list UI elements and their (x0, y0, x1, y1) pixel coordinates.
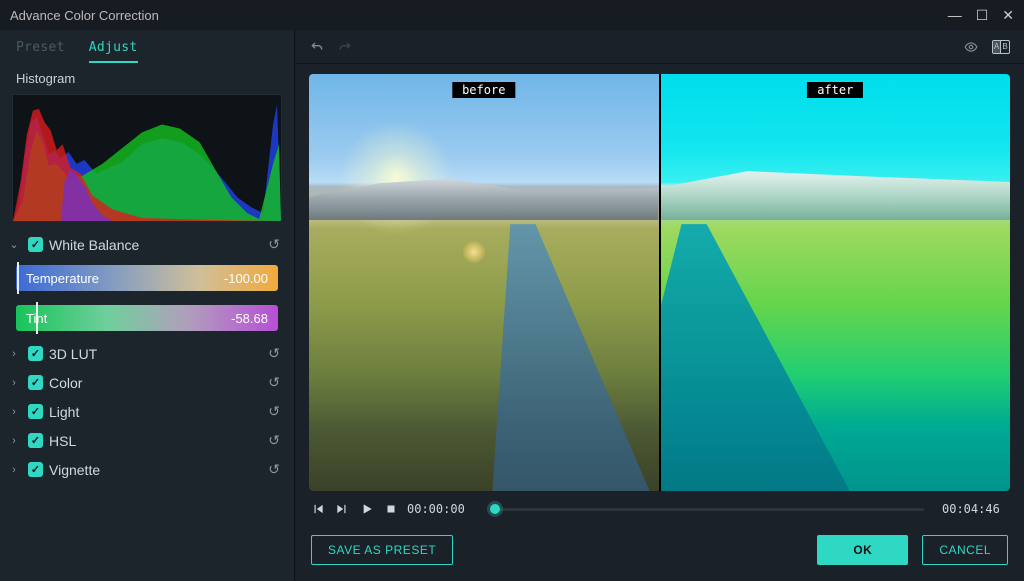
white-balance-sliders: Temperature -100.00 Tint -58.68 (0, 259, 294, 339)
chevron-right-icon: › (6, 464, 22, 476)
window-title: Advance Color Correction (10, 8, 159, 23)
transport-bar: 00:00:00 00:04:46 (295, 495, 1024, 521)
timeline-playhead[interactable] (490, 504, 500, 514)
tab-preset[interactable]: Preset (16, 40, 65, 63)
cancel-button[interactable]: CANCEL (922, 535, 1008, 565)
close-icon[interactable]: ✕ (1002, 7, 1014, 24)
maximize-icon[interactable]: ☐ (976, 7, 989, 24)
minimize-icon[interactable]: — (948, 7, 962, 24)
temperature-value: -100.00 (224, 271, 268, 286)
footer: SAVE AS PRESET OK CANCEL (295, 521, 1024, 581)
chevron-right-icon: › (6, 348, 22, 360)
preview-visibility-icon[interactable] (962, 40, 980, 54)
ok-button[interactable]: OK (817, 535, 908, 565)
white-balance-checkbox[interactable]: ✓ (28, 237, 43, 252)
reset-light-icon[interactable]: ↺ (264, 403, 284, 420)
before-badge: before (452, 82, 515, 98)
undo-icon[interactable] (309, 39, 325, 55)
title-bar: Advance Color Correction — ☐ ✕ (0, 0, 1024, 30)
chevron-right-icon: › (6, 406, 22, 418)
after-badge: after (807, 82, 863, 98)
temperature-thumb[interactable] (17, 262, 19, 294)
reset-white-balance-icon[interactable]: ↺ (264, 236, 284, 253)
histogram-label: Histogram (0, 63, 294, 90)
chevron-right-icon: › (6, 435, 22, 447)
next-frame-button[interactable] (335, 502, 349, 516)
compare-toggle-icon[interactable]: AB (992, 40, 1010, 54)
panel-vignette[interactable]: › ✓ Vignette ↺ (0, 455, 294, 484)
reset-hsl-icon[interactable]: ↺ (264, 432, 284, 449)
hsl-checkbox[interactable]: ✓ (28, 433, 43, 448)
timeline[interactable] (491, 508, 924, 511)
save-as-preset-button[interactable]: SAVE AS PRESET (311, 535, 453, 565)
preview-before: before (309, 74, 659, 491)
stop-button[interactable] (385, 503, 397, 515)
white-balance-title: White Balance (49, 237, 139, 253)
total-time: 00:04:46 (942, 502, 1008, 516)
current-time: 00:00:00 (407, 502, 473, 516)
preview-after: after (661, 74, 1011, 491)
sidebar-tabs: Preset Adjust (0, 34, 294, 63)
preview-compare: before after (309, 74, 1010, 491)
panel-hsl[interactable]: › ✓ HSL ↺ (0, 426, 294, 455)
light-title: Light (49, 404, 79, 420)
color-title: Color (49, 375, 82, 391)
redo-icon[interactable] (337, 39, 353, 55)
tint-thumb[interactable] (36, 302, 38, 334)
3d-lut-title: 3D LUT (49, 346, 97, 362)
chevron-right-icon: › (6, 377, 22, 389)
preview-panel: AB before after 00:00:00 00: (295, 30, 1024, 581)
panel-color[interactable]: › ✓ Color ↺ (0, 368, 294, 397)
tint-slider[interactable]: Tint -58.68 (16, 305, 278, 331)
hsl-title: HSL (49, 433, 76, 449)
color-checkbox[interactable]: ✓ (28, 375, 43, 390)
reset-vignette-icon[interactable]: ↺ (264, 461, 284, 478)
reset-3d-lut-icon[interactable]: ↺ (264, 345, 284, 362)
panel-white-balance[interactable]: ⌄ ✓ White Balance ↺ (0, 230, 294, 259)
3d-lut-checkbox[interactable]: ✓ (28, 346, 43, 361)
light-checkbox[interactable]: ✓ (28, 404, 43, 419)
window-controls: — ☐ ✕ (948, 7, 1014, 24)
temperature-label: Temperature (26, 271, 99, 286)
temperature-slider[interactable]: Temperature -100.00 (16, 265, 278, 291)
vignette-checkbox[interactable]: ✓ (28, 462, 43, 477)
sidebar: Preset Adjust Histogram ⌄ ✓ White Balanc… (0, 30, 295, 581)
chevron-down-icon: ⌄ (6, 238, 22, 251)
prev-frame-button[interactable] (311, 502, 325, 516)
play-button[interactable] (359, 501, 375, 517)
tint-value: -58.68 (231, 311, 268, 326)
histogram (12, 94, 282, 222)
panel-light[interactable]: › ✓ Light ↺ (0, 397, 294, 426)
reset-color-icon[interactable]: ↺ (264, 374, 284, 391)
panel-3d-lut[interactable]: › ✓ 3D LUT ↺ (0, 339, 294, 368)
tab-adjust[interactable]: Adjust (89, 40, 138, 63)
vignette-title: Vignette (49, 462, 100, 478)
preview-toolbar: AB (295, 30, 1024, 64)
